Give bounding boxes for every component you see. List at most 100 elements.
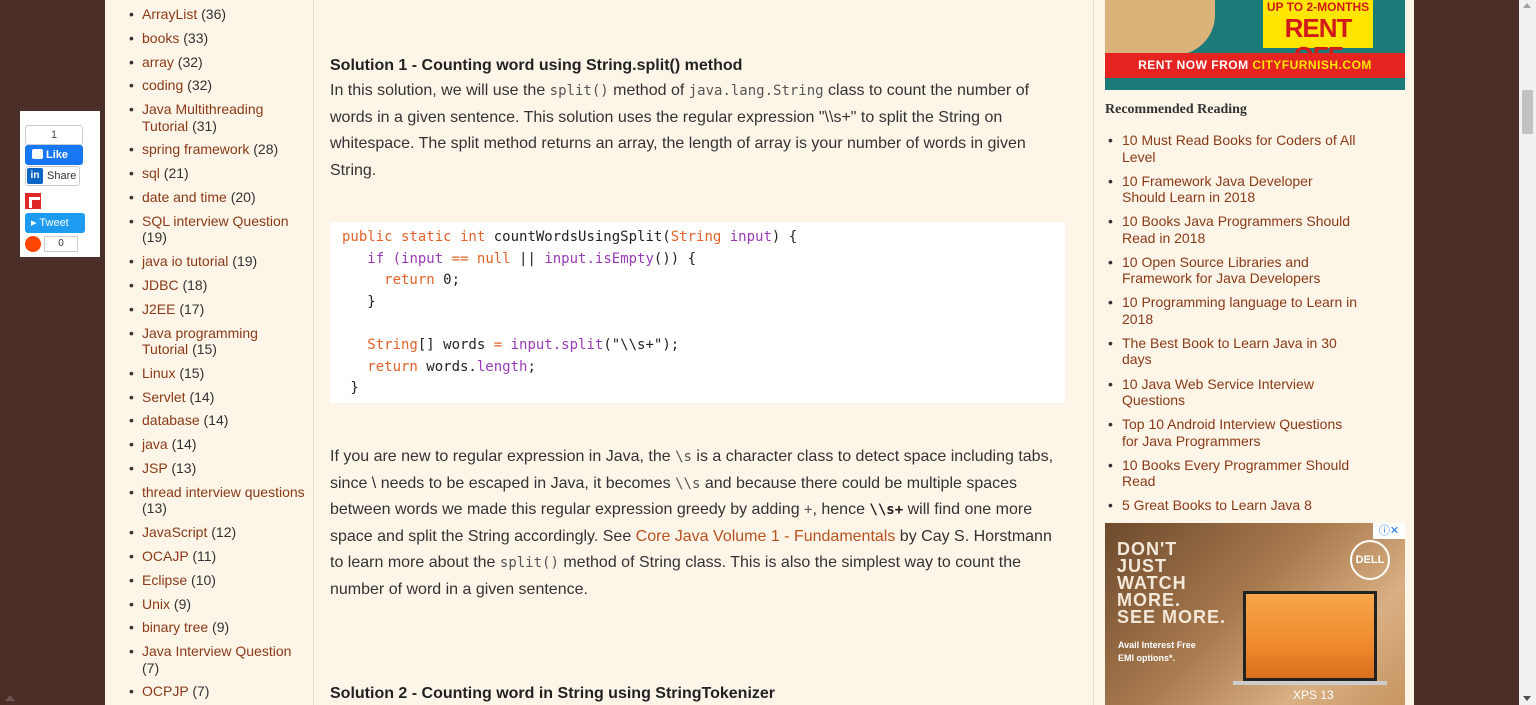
recommended-link[interactable]: 5 Great Books to Learn Java 8	[1122, 497, 1312, 513]
recommended-item: 10 Framework Java Developer Should Learn…	[1108, 173, 1358, 206]
category-item: Linux (15)	[127, 365, 307, 382]
category-item: Eclipse (10)	[127, 572, 307, 589]
category-link[interactable]: OCPJP	[142, 683, 188, 699]
category-link[interactable]: OCAJP	[142, 548, 188, 564]
recommended-link[interactable]: 10 Programming language to Learn in 2018	[1122, 294, 1357, 327]
scrollbar[interactable]	[1519, 0, 1536, 705]
category-count: (19)	[142, 229, 167, 246]
solution-1-paragraph: In this solution, we will use the split(…	[330, 82, 1030, 179]
category-link[interactable]: sql	[142, 165, 160, 181]
category-item: Servlet (14)	[127, 389, 307, 406]
category-count: (28)	[253, 141, 279, 158]
category-item: Java programming Tutorial (15)	[127, 325, 307, 358]
solution-2-heading: Solution 2 - Counting word in String usi…	[330, 685, 776, 702]
category-link[interactable]: thread interview questions	[142, 484, 305, 500]
category-count: (10)	[191, 571, 216, 588]
category-link[interactable]: Java Interview Question	[142, 643, 291, 659]
recommended-link[interactable]: 10 Books Java Programmers Should Read in…	[1122, 213, 1350, 246]
laptop-image	[1243, 591, 1377, 681]
category-item: database (14)	[127, 412, 307, 429]
scroll-up-arrow-icon[interactable]	[5, 695, 15, 701]
category-item: OCPJP (7)	[127, 683, 307, 700]
facebook-like-count: 1	[25, 125, 83, 145]
recommended-link[interactable]: 10 Framework Java Developer Should Learn…	[1122, 173, 1313, 206]
ad-offer-box: UP TO 2-MONTHS RENT OFF	[1263, 0, 1373, 70]
recommended-item: 10 Open Source Libraries and Framework f…	[1108, 254, 1358, 287]
recommended-reading-list: 10 Must Read Books for Coders of All Lev…	[1108, 132, 1358, 521]
category-link[interactable]: Unix	[142, 596, 170, 612]
category-link[interactable]: JSP	[142, 460, 167, 476]
recommended-item: 10 Must Read Books for Coders of All Lev…	[1108, 132, 1358, 165]
linkedin-icon: in	[27, 168, 43, 184]
category-link[interactable]: JavaScript	[142, 524, 207, 540]
category-count: (7)	[192, 683, 210, 700]
dell-ad[interactable]: DON'T JUST WATCH MORE. SEE MORE. Avail I…	[1105, 523, 1405, 705]
recommended-item: 10 Books Every Programmer Should Read	[1108, 457, 1358, 490]
recommended-link[interactable]: Top 10 Android Interview Questions for J…	[1122, 416, 1342, 449]
facebook-like-button[interactable]: Like	[25, 145, 83, 165]
category-link[interactable]: spring framework	[142, 141, 249, 157]
category-link[interactable]: Servlet	[142, 389, 186, 405]
category-count: (9)	[212, 619, 230, 636]
adchoices-close-icon[interactable]: ⓘ✕	[1373, 523, 1405, 539]
category-link[interactable]: Linux	[142, 365, 175, 381]
category-count: (32)	[187, 77, 213, 94]
category-count: (9)	[173, 595, 192, 612]
category-link[interactable]: books	[142, 30, 179, 46]
scroll-up-icon[interactable]	[1523, 3, 1531, 8]
category-count: (36)	[201, 6, 227, 22]
category-count: (20)	[230, 189, 256, 206]
tweet-button[interactable]: ▸ Tweet	[25, 213, 85, 233]
cityfurnish-ad[interactable]: UP TO 2-MONTHS RENT OFF RENT NOW FROM CI…	[1105, 0, 1405, 90]
category-count: (13)	[142, 500, 167, 517]
category-item: sql (21)	[127, 165, 307, 182]
ad-image	[1105, 0, 1215, 55]
recommended-link[interactable]: 10 Books Every Programmer Should Read	[1122, 457, 1349, 490]
core-java-book-link[interactable]: Core Java Volume 1 - Fundamentals	[636, 528, 896, 545]
recommended-link[interactable]: 10 Must Read Books for Coders of All Lev…	[1122, 132, 1355, 165]
category-link[interactable]: Eclipse	[142, 572, 187, 588]
page-container: ArrayList (36)books (33)array (32)coding…	[105, 0, 1414, 705]
category-count: (32)	[177, 53, 203, 70]
recommended-item: 10 Programming language to Learn in 2018	[1108, 294, 1358, 327]
category-link[interactable]: java io tutorial	[142, 253, 228, 269]
category-item: binary tree (9)	[127, 619, 307, 636]
category-count: (7)	[142, 659, 160, 676]
category-link[interactable]: binary tree	[142, 619, 208, 635]
category-link[interactable]: J2EE	[142, 301, 175, 317]
category-link[interactable]: JDBC	[142, 277, 179, 293]
category-link[interactable]: SQL interview Question	[142, 213, 289, 229]
recommended-item: 5 Great Books to Learn Java 8	[1108, 497, 1358, 514]
linkedin-share-button[interactable]: in Share	[25, 166, 80, 186]
divider	[313, 0, 314, 705]
scroll-down-icon[interactable]	[1523, 696, 1531, 701]
laptop-base	[1233, 681, 1387, 685]
solution-1-heading: Solution 1 - Counting word using String.…	[330, 57, 743, 74]
recommended-link[interactable]: 10 Java Web Service Interview Questions	[1122, 376, 1314, 409]
recommended-link[interactable]: The Best Book to Learn Java in 30 days	[1122, 335, 1337, 368]
scrollbar-thumb[interactable]	[1522, 90, 1533, 134]
category-item: JDBC (18)	[127, 277, 307, 294]
category-item: Unix (9)	[127, 596, 307, 613]
recommended-item: 10 Java Web Service Interview Questions	[1108, 376, 1358, 409]
recommended-link[interactable]: 10 Open Source Libraries and Framework f…	[1122, 254, 1320, 287]
category-item: spring framework (28)	[127, 141, 307, 158]
ad-cta-bar: RENT NOW FROM CITYFURNISH.COM	[1105, 53, 1405, 78]
reddit-icon[interactable]	[25, 236, 41, 252]
category-list: ArrayList (36)books (33)array (32)coding…	[127, 6, 307, 705]
category-link[interactable]: date and time	[142, 189, 227, 205]
flipboard-icon[interactable]	[25, 193, 41, 209]
category-link[interactable]: coding	[142, 77, 183, 93]
category-item: ArrayList (36)	[127, 6, 307, 23]
category-item: java io tutorial (19)	[127, 253, 307, 270]
category-link[interactable]: java	[142, 436, 168, 452]
category-link[interactable]: array	[142, 54, 174, 70]
recommended-reading-title: Recommended Reading	[1105, 102, 1247, 117]
category-item: JSP (13)	[127, 460, 307, 477]
category-item: OCAJP (11)	[127, 548, 307, 565]
category-count: (18)	[182, 276, 208, 293]
code-block: public static int countWordsUsingSplit(S…	[330, 222, 1065, 403]
category-item: coding (32)	[127, 77, 307, 94]
category-link[interactable]: database	[142, 412, 200, 428]
category-link[interactable]: ArrayList	[142, 6, 197, 22]
